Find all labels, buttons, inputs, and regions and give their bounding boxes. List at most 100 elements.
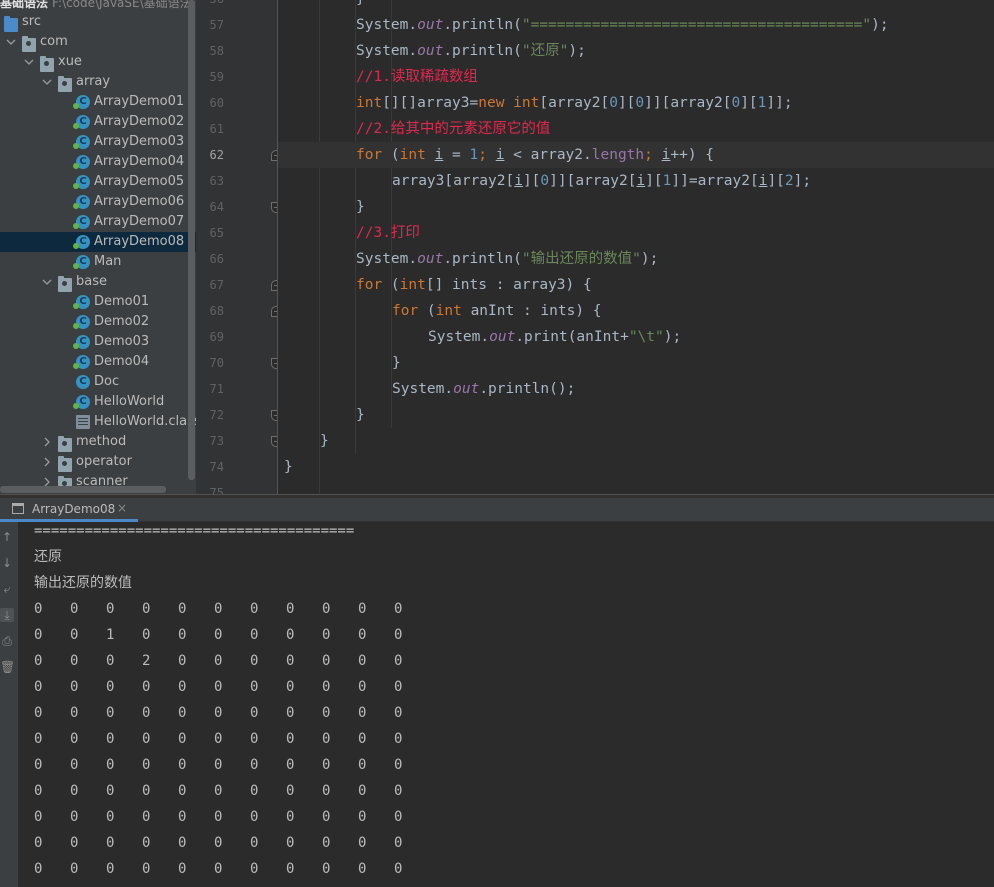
line-number[interactable]: 68 [196,298,224,324]
matrix-cell: 1 [106,627,115,643]
matrix-cell: 0 [394,783,403,799]
matrix-cell: 0 [250,861,259,877]
matrix-cell: 0 [70,653,79,669]
matrix-cell: 0 [214,627,223,643]
chevron-down-icon[interactable] [42,76,52,86]
tree-item-demo02[interactable]: Demo02 [0,312,196,332]
matrix-cell: 0 [178,601,187,617]
matrix-cell: 0 [394,835,403,851]
tree-item-demo04[interactable]: Demo04 [0,352,196,372]
chevron-right-icon[interactable] [42,456,52,467]
matrix-cell: 0 [142,601,151,617]
tree-item-src[interactable]: src [0,12,196,32]
matrix-cell: 0 [286,809,295,825]
tree-item-arraydemo04[interactable]: ArrayDemo04 [0,152,196,172]
tree-item-label: Demo02 [94,314,150,329]
code-token: anInt : ints) { [470,303,602,319]
tree-item-doc[interactable]: Doc [0,372,196,392]
code-token: System. [356,43,418,59]
code-token: ++) { [670,147,715,163]
tree-item-arraydemo05[interactable]: ArrayDemo05 [0,172,196,192]
tree-item-label: base [76,274,107,289]
tree-horizontal-scrollbar[interactable] [0,486,166,493]
matrix-cell: 0 [214,861,223,877]
code-token: //1.读取稀疏数组 [356,69,478,85]
matrix-cell: 0 [214,757,223,773]
line-number[interactable]: 69 [196,324,224,350]
tree-item-helloworld-class[interactable]: HelloWorld.class [0,412,196,432]
clear-icon[interactable]: 🗑 [0,660,15,674]
chevron-down-icon[interactable] [42,276,52,286]
tree-item-method[interactable]: method [0,432,196,452]
code-line: } [356,194,365,220]
line-number[interactable]: 57 [196,12,224,38]
tree-vertical-scrollbar[interactable] [188,0,195,480]
run-tab-arraydemo08[interactable]: ArrayDemo08 × [0,498,138,522]
line-number[interactable]: 67 [196,272,224,298]
soft-wrap-icon[interactable]: ⤶ [0,582,14,596]
line-number[interactable]: 70 [196,350,224,376]
tree-item-arraydemo06[interactable]: ArrayDemo06 [0,192,196,212]
tree-item-arraydemo08[interactable]: ArrayDemo08 [0,232,196,252]
matrix-cell: 0 [34,601,43,617]
matrix-cell: 0 [286,757,295,773]
close-icon[interactable]: × [117,501,127,515]
matrix-cell: 0 [394,809,403,825]
chevron-down-icon[interactable] [6,36,16,46]
tree-item-label: Demo01 [94,294,150,309]
line-number[interactable]: 63 [196,168,224,194]
tree-item-arraydemo02[interactable]: ArrayDemo02 [0,112,196,132]
chevron-right-icon[interactable] [42,436,52,447]
code-token: //2.给其中的元素还原它的值 [356,121,551,137]
package-icon [40,56,54,72]
matrix-cell: 0 [394,731,403,747]
tree-item-label: ArrayDemo07 [94,214,185,229]
chevron-right-icon[interactable] [42,476,52,487]
matrix-cell: 0 [322,705,331,721]
code-token: ][ [617,95,636,111]
tree-item-helloworld[interactable]: HelloWorld [0,392,196,412]
tree-item-demo01[interactable]: Demo01 [0,292,196,312]
line-number[interactable]: 62 [196,142,224,168]
line-number[interactable]: 65 [196,220,224,246]
line-number[interactable]: 64 [196,194,224,220]
line-number[interactable]: 56 [196,0,224,12]
java-class-icon [73,295,90,309]
tree-item-arraydemo03[interactable]: ArrayDemo03 [0,132,196,152]
tree-item-array[interactable]: array [0,72,196,92]
tree-item-com[interactable]: com [0,32,196,52]
tree-item-arraydemo07[interactable]: ArrayDemo07 [0,212,196,232]
matrix-cell: 0 [286,835,295,851]
scroll-up-icon[interactable]: ↑ [0,530,14,544]
console-output[interactable]: ====================================== 还原… [18,522,994,887]
tree-item-xue[interactable]: xue [0,52,196,72]
line-number[interactable]: 73 [196,428,224,454]
matrix-cell: 0 [286,653,295,669]
scroll-to-end-icon[interactable]: ⤓ [0,608,14,622]
line-number[interactable]: 66 [196,246,224,272]
project-title[interactable]: 基础语法 F:\code\JavaSE\基础语法 [0,0,192,10]
tree-item-demo03[interactable]: Demo03 [0,332,196,352]
matrix-cell: 0 [394,601,403,617]
code-editor[interactable]: }System.out.println("===================… [278,0,994,494]
matrix-cell: 0 [250,783,259,799]
package-icon [58,456,72,472]
code-token: 1 [469,147,479,163]
line-number[interactable]: 71 [196,376,224,402]
scroll-down-icon[interactable]: ↓ [0,556,14,570]
tree-item-operator[interactable]: operator [0,452,196,472]
matrix-cell: 0 [106,783,115,799]
line-number[interactable]: 58 [196,38,224,64]
print-icon[interactable]: ⎙ [0,634,14,648]
line-number[interactable]: 59 [196,64,224,90]
tree-item-base[interactable]: base [0,272,196,292]
matrix-cell: 0 [250,731,259,747]
tree-item-arraydemo01[interactable]: ArrayDemo01 [0,92,196,112]
matrix-cell: 0 [142,835,151,851]
line-number[interactable]: 74 [196,454,224,480]
tree-item-man[interactable]: Man [0,252,196,272]
line-number[interactable]: 61 [196,116,224,142]
line-number[interactable]: 60 [196,90,224,116]
line-number[interactable]: 72 [196,402,224,428]
chevron-down-icon[interactable] [24,56,34,66]
